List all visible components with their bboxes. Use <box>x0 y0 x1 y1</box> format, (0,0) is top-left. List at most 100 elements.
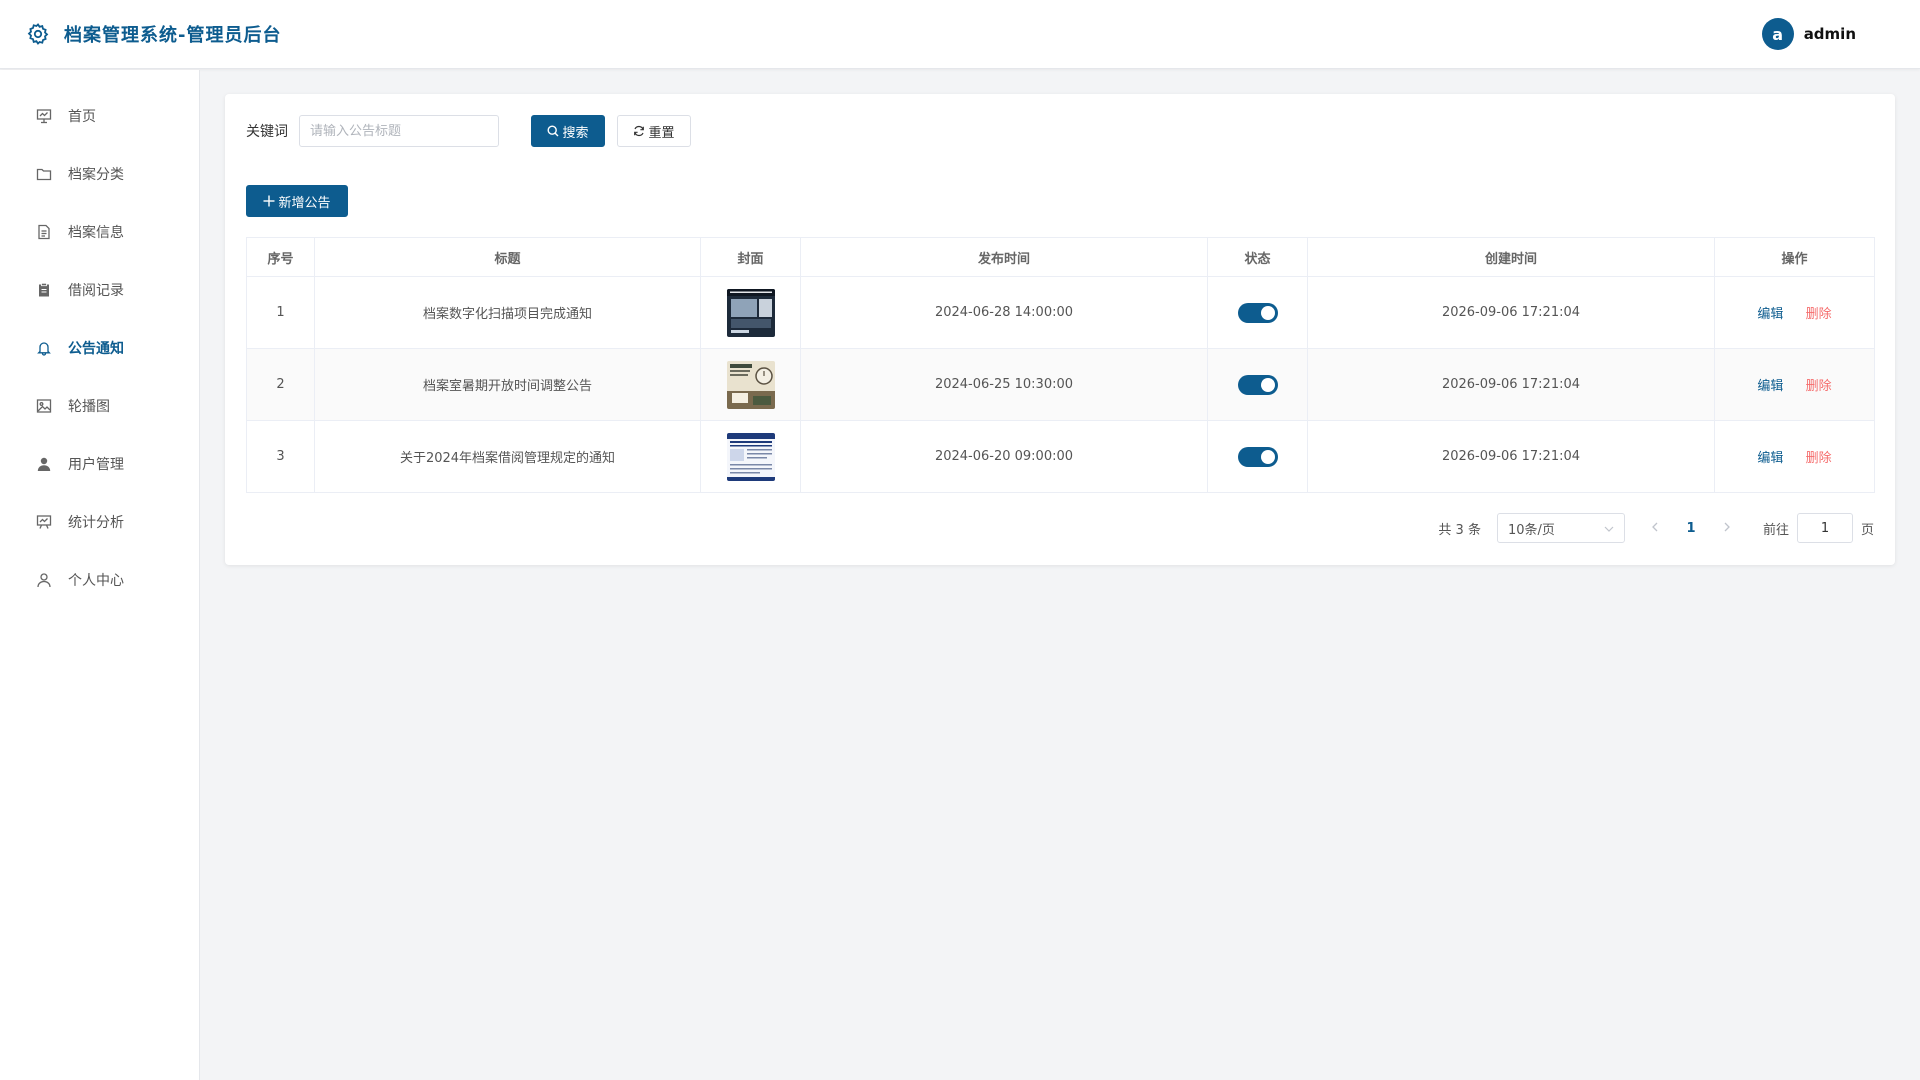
cover-thumbnail[interactable] <box>726 432 775 481</box>
sidebar: 首页 档案分类 档案信息 借阅记录 公告通知 轮播图 用户管理 统计分析 个人中… <box>0 70 200 1080</box>
goto-page-input[interactable] <box>1796 513 1853 543</box>
sidebar-item-user-management[interactable]: 用户管理 <box>0 435 199 493</box>
keyword-input[interactable] <box>299 115 499 147</box>
column-header-created-time: 创建时间 <box>1307 237 1715 277</box>
keyword-label: 关键词 <box>246 124 288 140</box>
delete-button[interactable]: 删除 <box>1806 451 1832 466</box>
delete-button[interactable]: 删除 <box>1806 379 1832 394</box>
sidebar-item-home[interactable]: 首页 <box>0 87 199 145</box>
pagination: 共 3 条 10条/页 1 前往 页 <box>1438 513 1874 543</box>
table-row: 3 关于2024年档案借阅管理规定的通知 2024-06-20 09:00:00… <box>246 420 1875 493</box>
cell-actions: 编辑 删除 <box>1714 348 1875 421</box>
cell-status <box>1207 420 1308 493</box>
column-header-index: 序号 <box>246 237 315 277</box>
sidebar-item-label: 首页 <box>68 109 96 125</box>
column-header-actions: 操作 <box>1714 237 1875 277</box>
cell-publish-time: 2024-06-28 14:00:00 <box>800 276 1208 349</box>
cell-actions: 编辑 删除 <box>1714 276 1875 349</box>
search-button[interactable]: 搜索 <box>531 115 605 147</box>
folder-icon <box>35 165 53 183</box>
table-row: 2 档案室暑期开放时间调整公告 2024-06-25 10:30:00 2026… <box>246 348 1875 421</box>
search-bar: 关键词 搜索 重置 <box>246 115 691 147</box>
sidebar-item-archive-info[interactable]: 档案信息 <box>0 203 199 261</box>
sidebar-item-label: 统计分析 <box>68 515 124 531</box>
goto-label: 前往 <box>1762 522 1789 538</box>
cell-created-time: 2026-09-06 17:21:04 <box>1307 348 1715 421</box>
edit-button[interactable]: 编辑 <box>1757 307 1783 322</box>
user-filled-icon <box>35 455 53 473</box>
table-header-row: 序号 标题 封面 发布时间 状态 创建时间 操作 <box>246 237 1875 277</box>
reset-button[interactable]: 重置 <box>617 115 691 147</box>
sidebar-item-label: 借阅记录 <box>68 283 124 299</box>
sidebar-item-carousel[interactable]: 轮播图 <box>0 377 199 435</box>
cell-title: 档案数字化扫描项目完成通知 <box>314 276 701 349</box>
search-icon <box>547 125 559 137</box>
page-size-select[interactable]: 10条/页 <box>1496 513 1625 543</box>
sidebar-item-label: 档案信息 <box>68 225 124 241</box>
cell-created-time: 2026-09-06 17:21:04 <box>1307 420 1715 493</box>
cell-publish-time: 2024-06-20 09:00:00 <box>800 420 1208 493</box>
sidebar-item-announcements[interactable]: 公告通知 <box>0 319 199 377</box>
cell-index: 1 <box>246 276 315 349</box>
sidebar-item-profile[interactable]: 个人中心 <box>0 551 199 609</box>
sidebar-item-label: 用户管理 <box>68 457 124 473</box>
cover-thumbnail[interactable] <box>726 288 775 337</box>
bell-icon <box>35 339 53 357</box>
plus-icon <box>263 195 275 207</box>
username[interactable]: admin <box>1804 25 1856 43</box>
cell-actions: 编辑 删除 <box>1714 420 1875 493</box>
top-header: 档案管理系统-管理员后台 a admin <box>0 0 1920 69</box>
dashboard-icon <box>35 107 53 125</box>
reset-button-label: 重置 <box>648 125 675 141</box>
image-icon <box>35 397 53 415</box>
avatar[interactable]: a <box>1761 18 1794 50</box>
column-header-title: 标题 <box>314 237 701 277</box>
next-page-button[interactable] <box>1713 521 1741 536</box>
prev-page-button[interactable] <box>1641 521 1669 536</box>
add-announcement-button[interactable]: 新增公告 <box>246 185 348 217</box>
status-toggle[interactable] <box>1237 446 1278 467</box>
announcement-table: 序号 标题 封面 发布时间 状态 创建时间 操作 1 档案数字化扫描项目完成通知… <box>246 237 1875 493</box>
sidebar-item-label: 档案分类 <box>68 167 124 183</box>
cell-cover <box>700 276 801 349</box>
cell-title: 关于2024年档案借阅管理规定的通知 <box>314 420 701 493</box>
table-row: 1 档案数字化扫描项目完成通知 2024-06-28 14:00:00 2026… <box>246 276 1875 349</box>
sidebar-item-category[interactable]: 档案分类 <box>0 145 199 203</box>
cell-status <box>1207 276 1308 349</box>
user-icon <box>35 571 53 589</box>
document-icon <box>35 223 53 241</box>
cell-status <box>1207 348 1308 421</box>
add-button-label: 新增公告 <box>278 195 331 211</box>
cell-title: 档案室暑期开放时间调整公告 <box>314 348 701 421</box>
column-header-cover: 封面 <box>700 237 801 277</box>
edit-button[interactable]: 编辑 <box>1757 451 1783 466</box>
announcement-panel: 关键词 搜索 重置 新增公告 序号 标题 封面 发布时间 状态 创建时间 操作 <box>225 94 1895 565</box>
page-number-current[interactable]: 1 <box>1677 521 1705 536</box>
gear-icon <box>24 20 52 48</box>
chevron-down-icon <box>1604 521 1614 536</box>
sidebar-item-label: 个人中心 <box>68 573 124 589</box>
sidebar-item-label: 公告通知 <box>68 341 124 357</box>
status-toggle[interactable] <box>1237 302 1278 323</box>
cover-thumbnail[interactable] <box>726 360 775 409</box>
chart-board-icon <box>35 513 53 531</box>
sidebar-item-statistics[interactable]: 统计分析 <box>0 493 199 551</box>
page-unit-label: 页 <box>1860 522 1874 538</box>
clipboard-icon <box>35 281 53 299</box>
status-toggle[interactable] <box>1237 374 1278 395</box>
sidebar-item-label: 轮播图 <box>68 399 110 415</box>
sidebar-item-borrow-records[interactable]: 借阅记录 <box>0 261 199 319</box>
cell-publish-time: 2024-06-25 10:30:00 <box>800 348 1208 421</box>
cell-cover <box>700 348 801 421</box>
edit-button[interactable]: 编辑 <box>1757 379 1783 394</box>
page-size-value: 10条/页 <box>1507 522 1555 538</box>
cell-created-time: 2026-09-06 17:21:04 <box>1307 276 1715 349</box>
search-button-label: 搜索 <box>562 125 589 141</box>
cell-index: 2 <box>246 348 315 421</box>
total-count: 共 3 条 <box>1438 522 1481 538</box>
cell-cover <box>700 420 801 493</box>
user-menu[interactable]: a admin <box>1761 18 1856 50</box>
delete-button[interactable]: 删除 <box>1806 307 1832 322</box>
column-header-status: 状态 <box>1207 237 1308 277</box>
cell-index: 3 <box>246 420 315 493</box>
